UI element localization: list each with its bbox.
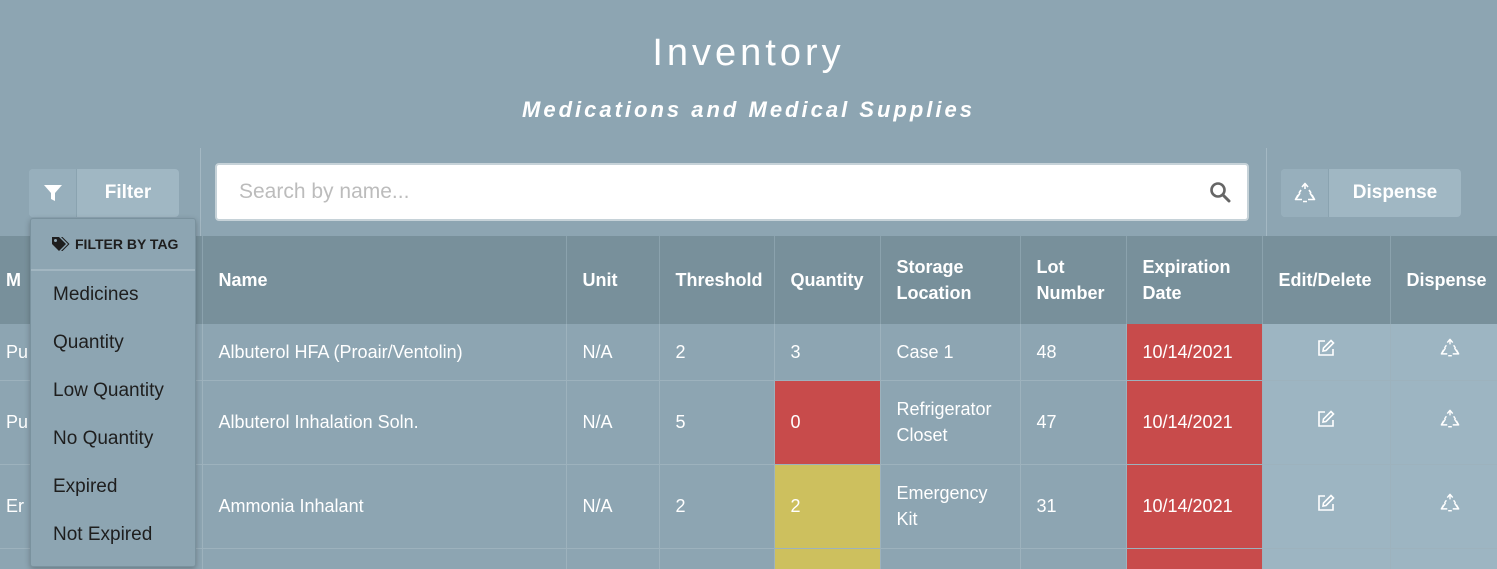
dispense-row-button[interactable] [1390, 548, 1497, 569]
page-subtitle: Medications and Medical Supplies [522, 97, 975, 122]
column-header-storage[interactable]: Storage Location [880, 236, 1021, 324]
cell-storage [880, 548, 1021, 569]
page-title: Inventory [652, 32, 845, 74]
cell-quantity: 3 [774, 324, 881, 381]
cell-lot: 31 [1020, 464, 1127, 549]
cell-unit: N/A [566, 324, 660, 381]
column-header-dispense: Dispense [1390, 236, 1497, 324]
filter-button[interactable]: Filter [29, 169, 179, 217]
column-header-unit[interactable]: Unit [566, 236, 660, 324]
dispense-row-button[interactable] [1390, 464, 1497, 549]
cell-expiration: 10/14/2021 [1126, 464, 1263, 549]
column-header-edit: Edit/Delete [1262, 236, 1391, 324]
filter-option-no-quantity[interactable]: No Quantity [31, 415, 195, 463]
cell-expiration [1126, 548, 1263, 569]
cell-quantity [774, 548, 881, 569]
column-header-expiration[interactable]: Expiration Date [1126, 236, 1263, 324]
filter-option-medicines[interactable]: Medicines [31, 271, 195, 319]
inventory-table: M Name Unit Threshold Quantity Storage L… [0, 236, 1497, 569]
cell-storage: Refrigerator Closet [880, 380, 1021, 465]
cell-threshold: 2 [659, 324, 775, 381]
recycle-icon [1440, 409, 1460, 427]
cell-name: Albuterol HFA (Proair/Ventolin) [202, 324, 567, 381]
search-box [215, 163, 1249, 221]
cell-expiration: 10/14/2021 [1126, 324, 1263, 381]
cell-quantity: 0 [774, 380, 881, 465]
edit-icon [1318, 339, 1335, 357]
cell-unit [566, 548, 660, 569]
filter-option-not-expired[interactable]: Not Expired [31, 511, 195, 559]
search-icon[interactable] [1209, 181, 1231, 208]
tags-icon [52, 237, 70, 251]
cell-lot: 47 [1020, 380, 1127, 465]
cell-name [202, 548, 567, 569]
toolbar-divider [1266, 148, 1267, 236]
cell-expiration: 10/14/2021 [1126, 380, 1263, 465]
edit-button[interactable] [1262, 380, 1391, 465]
filter-icon [29, 169, 77, 217]
filter-dropdown-menu: FILTER BY TAG Medicines Quantity Low Qua… [30, 218, 196, 567]
table-row: Er Ammonia Inhalant N/A 2 2 Emergency Ki… [0, 464, 1497, 549]
cell-storage: Emergency Kit [880, 464, 1021, 549]
cell-name: Ammonia Inhalant [202, 464, 567, 549]
edit-button[interactable] [1262, 548, 1391, 569]
recycle-icon [1281, 169, 1329, 217]
table-row: Pu Albuterol Inhalation Soln. N/A 5 0 Re… [0, 380, 1497, 465]
cell-unit: N/A [566, 380, 660, 465]
cell-name: Albuterol Inhalation Soln. [202, 380, 567, 465]
table-row [0, 548, 1497, 569]
dispense-button-label: Dispense [1352, 182, 1438, 203]
column-header-threshold[interactable]: Threshold [659, 236, 775, 324]
search-input[interactable] [217, 165, 1247, 219]
edit-icon [1318, 493, 1335, 511]
cell-lot [1020, 548, 1127, 569]
cell-threshold [659, 548, 775, 569]
cell-threshold: 2 [659, 464, 775, 549]
cell-storage: Case 1 [880, 324, 1021, 381]
cell-lot: 48 [1020, 324, 1127, 381]
cell-threshold: 5 [659, 380, 775, 465]
recycle-icon [1440, 338, 1460, 357]
dispense-row-button[interactable] [1390, 324, 1497, 381]
filter-button-label: Filter [104, 182, 152, 203]
table-row: Pu Albuterol HFA (Proair/Ventolin) N/A 2… [0, 324, 1497, 381]
column-header-quantity[interactable]: Quantity [774, 236, 881, 324]
recycle-icon [1440, 493, 1460, 511]
edit-button[interactable] [1262, 324, 1391, 381]
column-header-lot[interactable]: Lot Number [1020, 236, 1127, 324]
dispense-button[interactable]: Dispense [1281, 169, 1461, 217]
cell-unit: N/A [566, 464, 660, 549]
filter-by-tag-label: FILTER BY TAG [75, 236, 179, 252]
cell-quantity: 2 [774, 464, 881, 549]
filter-option-expired[interactable]: Expired [31, 463, 195, 511]
filter-by-tag-heading: FILTER BY TAG [31, 219, 195, 271]
edit-icon [1318, 409, 1335, 427]
table-header-row: M Name Unit Threshold Quantity Storage L… [0, 236, 1497, 324]
filter-option-low-quantity[interactable]: Low Quantity [31, 367, 195, 415]
dispense-row-button[interactable] [1390, 380, 1497, 465]
filter-option-quantity[interactable]: Quantity [31, 319, 195, 367]
column-header-name[interactable]: Name [202, 236, 567, 324]
toolbar-divider [200, 148, 201, 236]
edit-button[interactable] [1262, 464, 1391, 549]
